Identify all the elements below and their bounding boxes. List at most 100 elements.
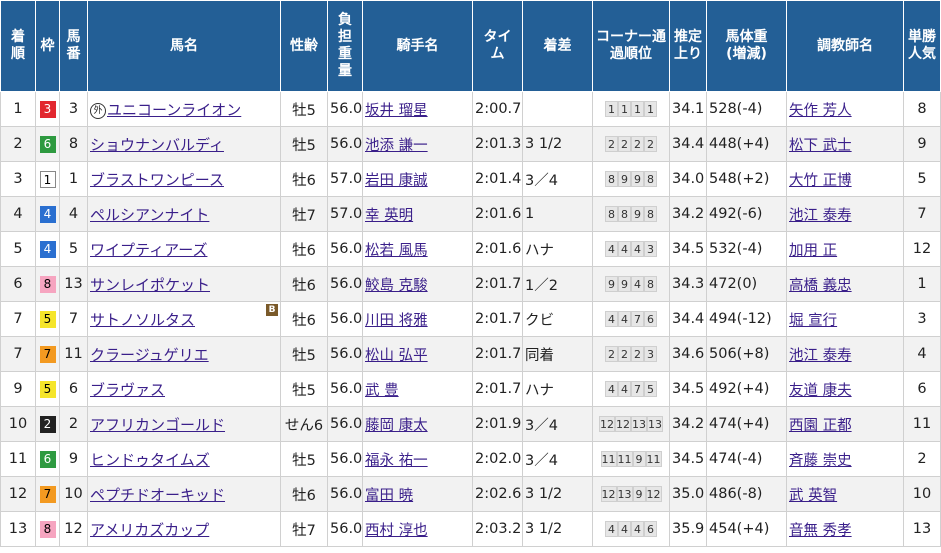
corner-position: 4	[631, 276, 644, 292]
corner-position: 12	[600, 486, 617, 502]
margin-value: 1	[525, 206, 535, 222]
horse-name-link[interactable]: ユニコーンライオン	[107, 101, 241, 119]
trainer-name-link[interactable]: 池江 泰寿	[789, 208, 852, 224]
pop-cell: 5	[903, 161, 941, 197]
umaban-value: 1	[68, 171, 79, 187]
pop-cell: 12	[903, 231, 941, 267]
corner-position: 2	[618, 346, 631, 362]
weight-value: 57.0	[330, 206, 363, 222]
umaban-cell: 5	[59, 231, 88, 267]
trainer-name-link[interactable]: 松下 武士	[789, 138, 852, 154]
trainer-name-link[interactable]: 高橋 義忠	[789, 278, 852, 294]
weight-cell: 56.0	[327, 266, 363, 302]
horse-name-link[interactable]: サンレイポケット	[90, 276, 210, 294]
trainer-name-link[interactable]: 池江 泰寿	[789, 348, 852, 364]
margin-cell	[522, 91, 593, 127]
trainer-name-link[interactable]: 西園 正都	[789, 418, 852, 434]
time-value: 2:02.0	[475, 451, 522, 467]
corner-position: 4	[605, 241, 618, 257]
corner-position: 13	[631, 416, 647, 432]
rank-value: 2	[13, 136, 23, 152]
umaban-value: 8	[68, 136, 79, 152]
umaban-cell: 12	[59, 511, 88, 547]
jockey-name-link[interactable]: 藤岡 康太	[365, 418, 428, 434]
waku-badge: 7	[39, 345, 56, 363]
waku-cell: 6	[35, 441, 60, 477]
bodyweight-cell: 454(+4)	[706, 511, 787, 547]
horse-name-link[interactable]: アメリカズカップ	[90, 521, 209, 539]
umaban-value: 12	[64, 521, 83, 537]
waku-cell: 5	[35, 301, 60, 337]
margin-value: クビ	[525, 312, 554, 329]
waku-badge: 5	[39, 380, 56, 398]
horse-cell: クラージュゲリエ	[87, 336, 281, 372]
horse-name-link[interactable]: ブラストワンピース	[90, 171, 224, 189]
trainer-name-link[interactable]: 斉藤 崇史	[789, 453, 852, 469]
trainer-name-link[interactable]: 大竹 正博	[789, 173, 852, 189]
last3f-value: 34.5	[672, 241, 705, 257]
horse-name-link[interactable]: ペプチドオーキッド	[90, 486, 225, 504]
horse-name-link[interactable]: ワイプティアーズ	[90, 241, 207, 259]
corner-cell: 8898	[592, 196, 670, 232]
horse-name-link[interactable]: ブラヴァス	[90, 381, 165, 399]
umaban-cell: 10	[59, 476, 88, 512]
horse-name-link[interactable]: クラージュゲリエ	[90, 346, 209, 364]
horse-cell: アフリカンゴールド	[87, 406, 281, 442]
last3f-value: 34.2	[672, 416, 705, 432]
jockey-name-link[interactable]: 松山 弘平	[365, 348, 428, 364]
weight-value: 56.0	[330, 451, 363, 467]
trainer-name-link[interactable]: 武 英智	[789, 488, 837, 504]
corner-position: 9	[605, 276, 618, 292]
jockey-cell: 富田 暁	[362, 476, 473, 512]
umaban-cell: 7	[59, 301, 88, 337]
bodyweight-cell: 506(+8)	[706, 336, 787, 372]
jockey-name-link[interactable]: 松若 風馬	[365, 243, 428, 259]
bodyweight-value: 492(+4)	[709, 381, 770, 397]
pop-cell: 11	[903, 406, 941, 442]
trainer-name-link[interactable]: 堀 宣行	[789, 313, 837, 329]
horse-name-link[interactable]: ショウナンバルディ	[90, 136, 224, 154]
bodyweight-cell: 532(-4)	[706, 231, 787, 267]
trainer-name-link[interactable]: 友道 康夫	[789, 383, 852, 399]
last3f-value: 34.0	[672, 171, 705, 187]
time-value: 2:01.9	[475, 416, 522, 432]
corner-position: 12	[615, 416, 631, 432]
margin-cell: 3／4	[522, 441, 593, 477]
jockey-name-link[interactable]: 坂井 瑠星	[365, 103, 428, 119]
margin-value: 3 1/2	[525, 136, 563, 152]
trainer-name-link[interactable]: 加用 正	[789, 243, 837, 259]
weight-cell: 56.0	[327, 301, 363, 337]
horse-name-link[interactable]: ペルシアンナイト	[90, 206, 209, 224]
corner-position: 13	[616, 486, 633, 502]
horse-name-link[interactable]: ヒンドゥタイムズ	[90, 451, 210, 469]
weight-cell: 56.0	[327, 371, 363, 407]
trainer-name-link[interactable]: 音無 秀孝	[789, 523, 852, 539]
table-row: 12 7 10 ペプチドオーキッド 牡6 56.0 富田 暁 2:02.6 3 1/2 12 13 9…	[0, 476, 941, 512]
jockey-name-link[interactable]: 池添 謙一	[365, 138, 428, 154]
corner-cell: 4476	[592, 301, 670, 337]
jockey-cell: 福永 祐一	[362, 441, 473, 477]
horse-name-link[interactable]: サトノソルタス	[90, 311, 195, 329]
jockey-cell: 松若 風馬	[362, 231, 473, 267]
jockey-name-link[interactable]: 幸 英明	[365, 208, 413, 224]
sexage-cell: 牡7	[280, 511, 328, 547]
bodyweight-cell: 474(-4)	[706, 441, 787, 477]
jockey-name-link[interactable]: 岩田 康誠	[365, 173, 428, 189]
last3f-cell: 34.0	[669, 161, 707, 197]
jockey-name-link[interactable]: 武 豊	[365, 383, 399, 399]
trainer-name-link[interactable]: 矢作 芳人	[789, 103, 852, 119]
rank-value: 12	[8, 486, 28, 502]
jockey-name-link[interactable]: 鮫島 克駿	[365, 278, 428, 294]
trainer-cell: 矢作 芳人	[786, 91, 904, 127]
table-row: 11 6 9 ヒンドゥタイムズ 牡5 56.0 福永 祐一 2:02.0 3／4 11 11 9 11 3…	[0, 441, 941, 477]
jockey-name-link[interactable]: 富田 暁	[365, 488, 413, 504]
time-cell: 2:01.7	[472, 336, 523, 372]
jockey-name-link[interactable]: 福永 祐一	[365, 453, 428, 469]
bodyweight-value: 474(-4)	[709, 451, 763, 467]
sexage-cell: 牡5	[280, 91, 328, 127]
horse-name-link[interactable]: アフリカンゴールド	[90, 416, 225, 434]
jockey-name-link[interactable]: 西村 淳也	[365, 523, 428, 539]
last3f-value: 34.3	[672, 276, 705, 292]
corner-position: 9	[632, 451, 646, 467]
jockey-name-link[interactable]: 川田 将雅	[365, 313, 428, 329]
